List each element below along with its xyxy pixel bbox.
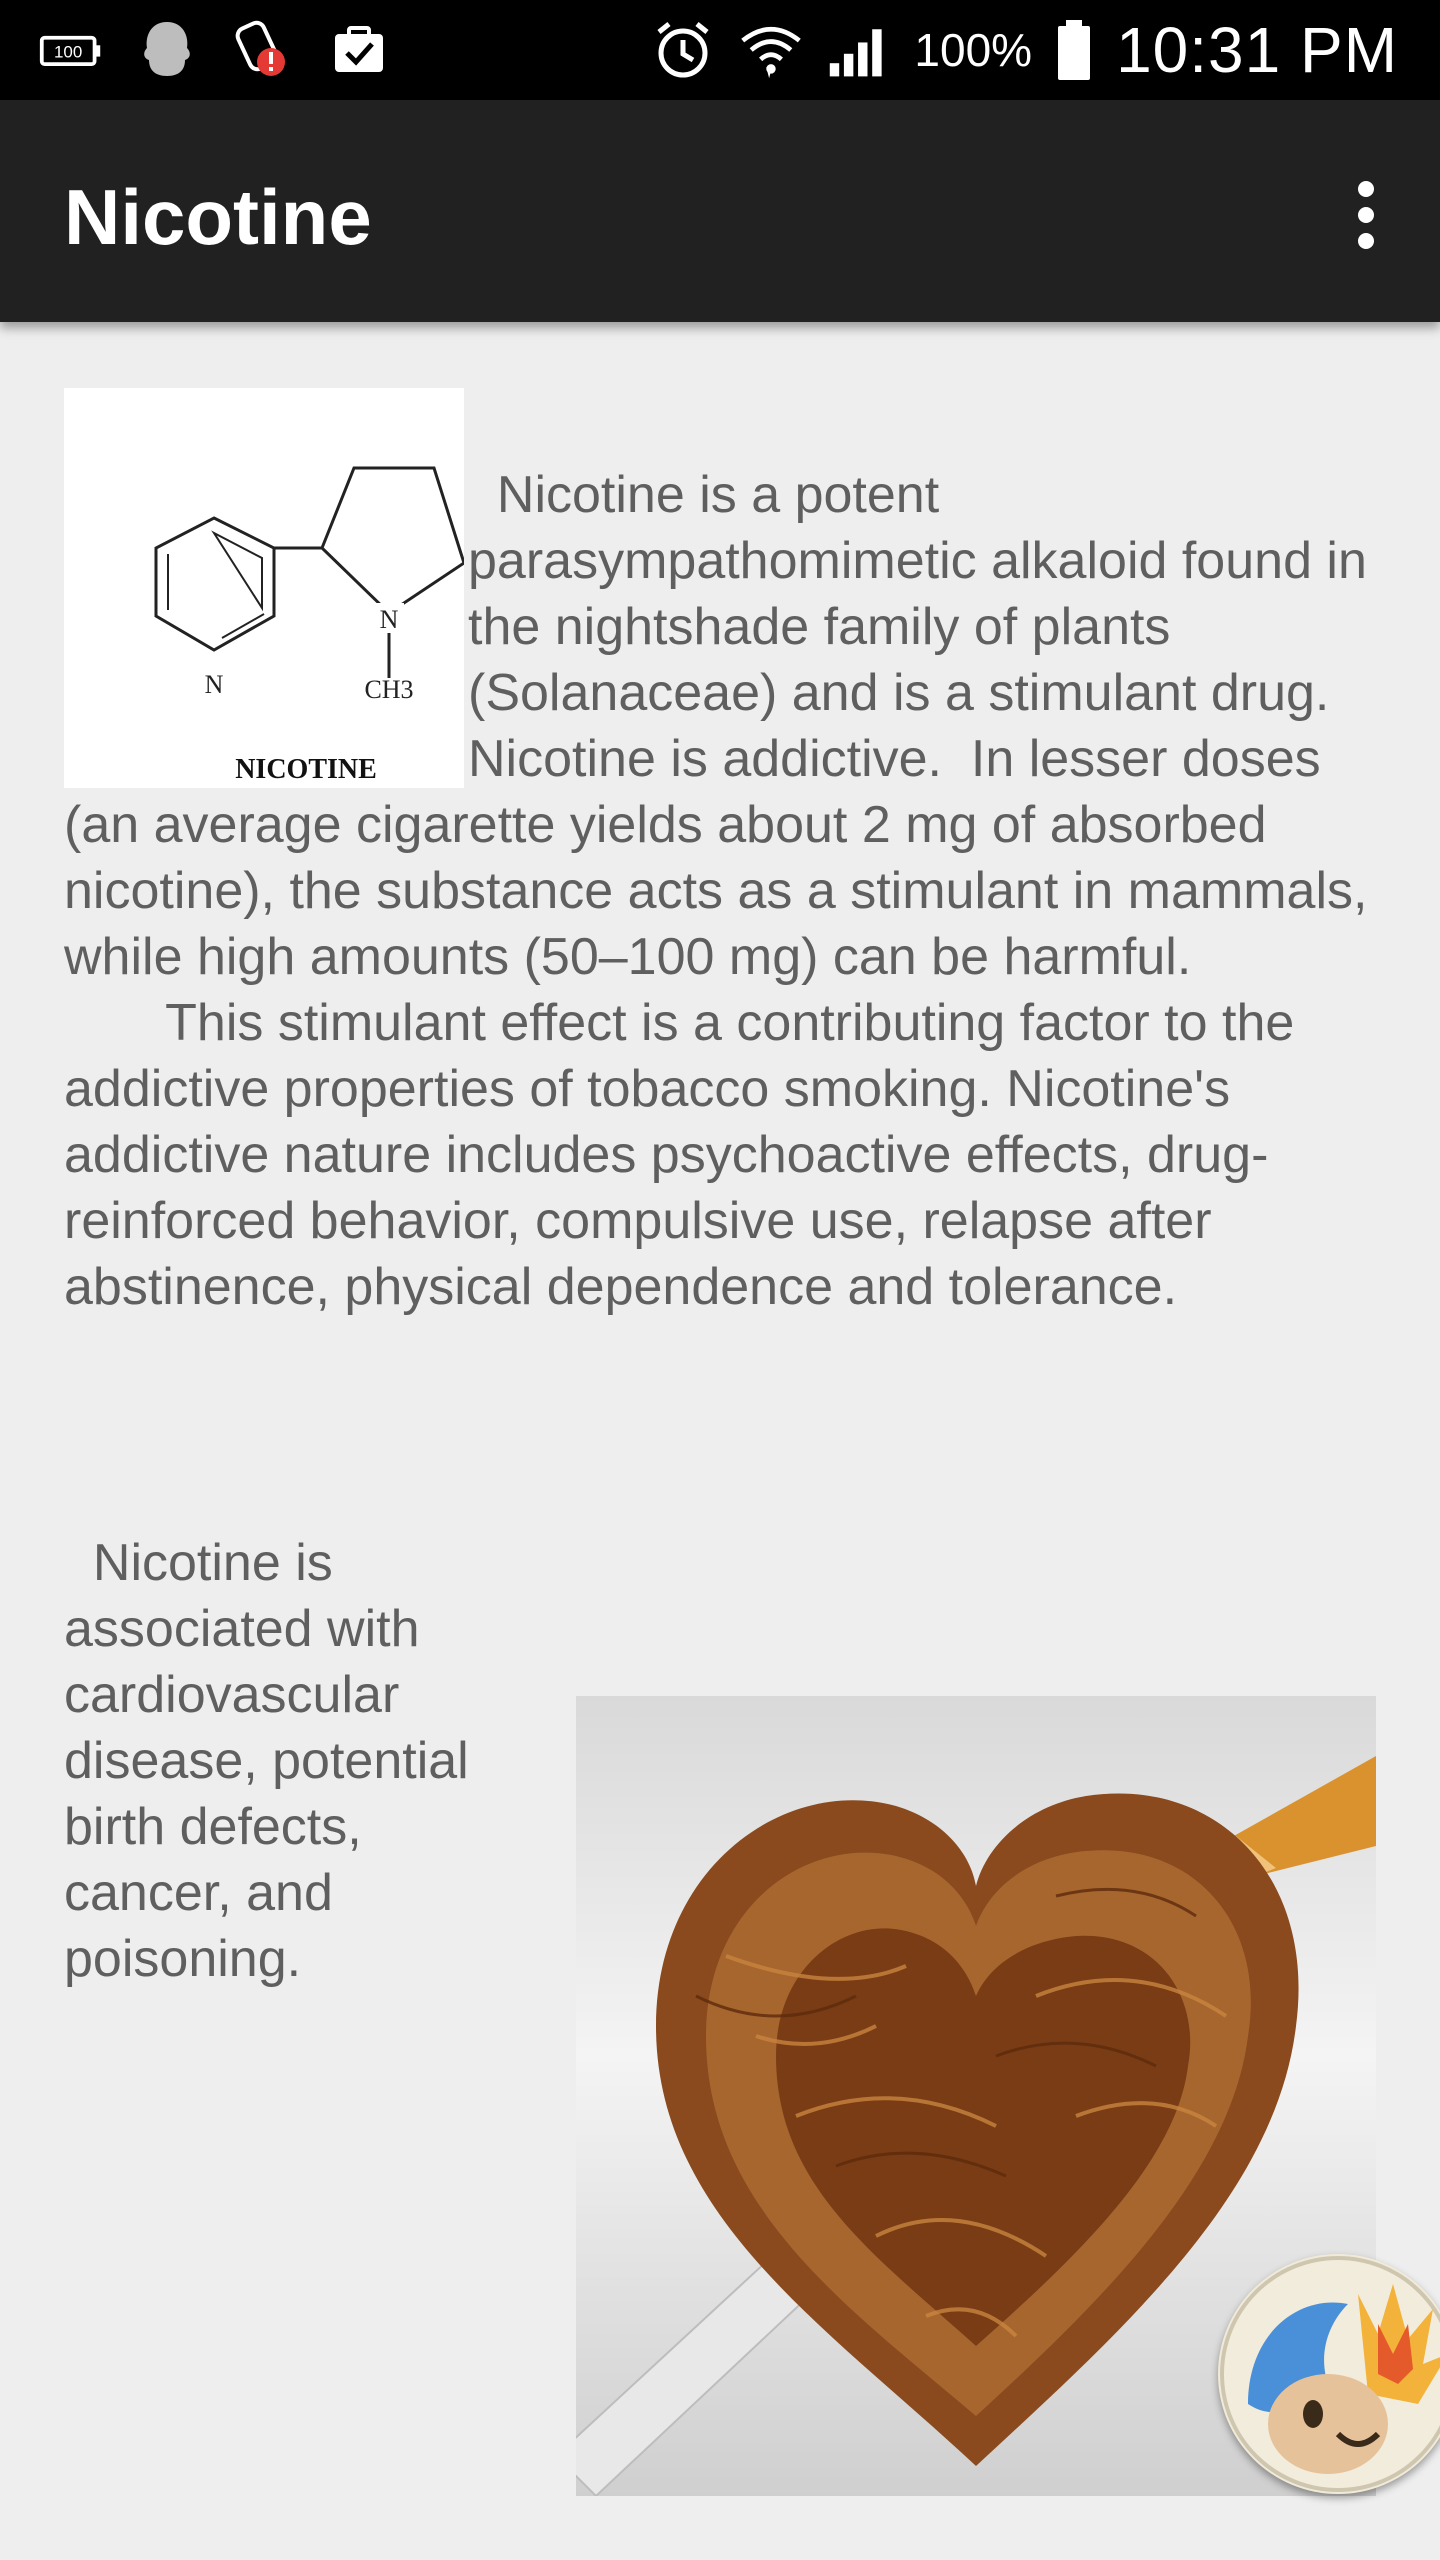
battery-100-notification-icon: 100 bbox=[38, 18, 104, 82]
page-title: Nicotine bbox=[64, 173, 372, 261]
nicotine-structure-image: N N CH3 NICOTINE bbox=[64, 388, 466, 788]
menu-dot bbox=[1358, 207, 1374, 223]
structure-n-label: N bbox=[205, 670, 224, 699]
health-paragraph: Nicotine is associated with cardiovascul… bbox=[64, 1534, 469, 1988]
ghost-app-icon bbox=[134, 18, 200, 82]
structure-ch3-label: CH3 bbox=[364, 675, 413, 704]
status-bar: 100 100% 10:31 PM bbox=[0, 0, 1440, 100]
battery-percent: 100% bbox=[914, 24, 1033, 76]
menu-dot bbox=[1358, 233, 1374, 249]
wifi-icon bbox=[738, 18, 804, 82]
svg-text:100: 100 bbox=[54, 43, 82, 62]
alarm-icon bbox=[650, 18, 716, 82]
app-bar: Nicotine bbox=[0, 100, 1440, 322]
more-vert-icon[interactable] bbox=[1336, 170, 1396, 260]
alert-app-icon bbox=[230, 18, 296, 82]
structure-caption: NICOTINE bbox=[235, 754, 377, 785]
main-content: N N CH3 NICOTINE Nicotine is a potent pa… bbox=[64, 388, 1376, 1320]
structure-n-methyl-label: N bbox=[380, 605, 399, 634]
system-icons: 100% 10:31 PM bbox=[650, 0, 1398, 100]
menu-dot bbox=[1358, 181, 1374, 197]
signal-icon bbox=[826, 18, 892, 82]
clipboard-check-icon bbox=[326, 18, 392, 82]
notification-icons: 100 bbox=[38, 18, 392, 82]
battery-icon bbox=[1054, 18, 1094, 82]
clock: 10:31 PM bbox=[1116, 14, 1398, 86]
